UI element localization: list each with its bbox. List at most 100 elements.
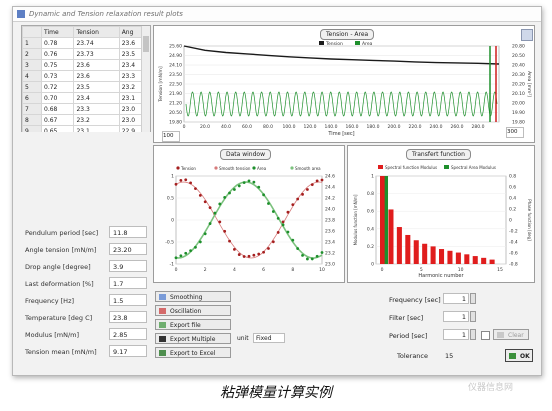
tension-point [315, 179, 319, 183]
y2-tick-label: -0.2 [509, 229, 518, 235]
x-tick-label: 120.0 [304, 124, 317, 130]
y2-tick-label: 19.90 [512, 110, 525, 116]
y-tick-label: 24.10 [169, 63, 182, 69]
legend-swatch [319, 41, 324, 45]
filter-input[interactable]: 1 [443, 311, 469, 322]
frequency-input[interactable]: 1 [443, 293, 469, 304]
filter-spinner[interactable] [470, 311, 476, 322]
y-tick-label: 0.6 [367, 209, 374, 215]
smoothing-button[interactable]: Smoothing [155, 291, 231, 302]
x-tick-label: 2 [204, 267, 207, 273]
table-header-row: Time Tension Ang [22, 26, 151, 38]
legend-label: Smooth tension [219, 166, 251, 171]
y-tick-label: 1 [171, 174, 174, 180]
ok-button[interactable]: OK [505, 349, 533, 362]
parameter-value[interactable]: 23.8 [109, 311, 147, 323]
unit-select[interactable]: Fixed [253, 333, 285, 343]
parameter-value[interactable]: 1.5 [109, 294, 147, 306]
range-right-field[interactable]: 300 [506, 127, 524, 138]
export-multiple-label: Export Multiple [170, 336, 216, 343]
unit-select-value: Fixed [256, 335, 272, 342]
legend-swatch [444, 165, 449, 169]
table-row[interactable]: 8 0.67 23.2 23.0 [22, 114, 151, 126]
tension-point [301, 192, 304, 196]
tension-area-chart: 25.60 24.90 24.10 23.50 22.50 21.90 21.20 20.50… [158, 41, 532, 137]
table-row[interactable]: 5 0.72 23.5 23.2 [22, 81, 151, 93]
legend-marker [214, 166, 218, 170]
tension-point [286, 210, 290, 214]
row-number: 1 [22, 37, 42, 49]
period-input[interactable]: 1 [443, 329, 469, 340]
y2-tick-label: 20.80 [512, 44, 525, 50]
x-tick-label: 0 [381, 267, 384, 273]
frequency-spinner[interactable] [470, 293, 476, 304]
table-cell: 0.72 [40, 81, 75, 93]
area-point [262, 193, 265, 197]
table-row[interactable]: 6 0.70 23.4 23.1 [22, 92, 151, 104]
y2-tick-label: 23.8 [325, 218, 335, 224]
chart-settings-icon[interactable] [521, 29, 533, 41]
oscillation-button[interactable]: Oscillation [155, 305, 231, 316]
parameter-list: Pendulum period [sec] 11.8 Angle tension [… [21, 225, 151, 361]
area-point [247, 179, 251, 183]
area-point [310, 257, 314, 261]
area-point [242, 181, 246, 185]
x-tick-label: 180.0 [367, 124, 380, 130]
y2-tick-label: 0.8 [509, 174, 516, 180]
export-excel-button[interactable]: Export to Excel [155, 347, 231, 358]
y-tick-label: 1 [371, 174, 374, 180]
column-header[interactable]: Time [40, 26, 75, 38]
lock-checkbox[interactable] [481, 331, 490, 340]
row-number: 6 [22, 92, 42, 104]
modulus-bar [464, 254, 470, 264]
table-row[interactable]: 7 0.68 23.3 23.0 [22, 103, 151, 115]
data-grid[interactable]: Time Tension Ang 1 0.78 23.74 23.6 2 0.76 23.7… [21, 25, 151, 137]
y-tick-label: 24.90 [169, 53, 182, 59]
parameter-value[interactable]: 11.8 [109, 226, 147, 238]
parameter-value[interactable]: 3.9 [109, 260, 147, 272]
area-point [276, 216, 280, 220]
tension-point [189, 181, 192, 185]
area-point [194, 245, 197, 249]
y-tick-label: 0.4 [367, 226, 374, 232]
data-window-chart: 1 0.5 0 -0.5 -1 24.6 24.4 24.2 24.0 23.8 23.6 23.4 2… [165, 166, 335, 273]
tension-point [198, 194, 202, 197]
scroll-thumb[interactable] [143, 36, 149, 52]
tolerance-value[interactable]: 15 [445, 352, 453, 360]
tension-point [320, 178, 324, 182]
parameter-value[interactable]: 9.17 [109, 345, 147, 357]
export-multiple-button[interactable]: Export Multiple [155, 333, 231, 344]
column-header[interactable]: Tension [73, 26, 120, 38]
parameter-value[interactable]: 2.85 [109, 328, 147, 340]
y2-tick-label: 20.50 [512, 53, 525, 59]
parameter-row: Frequency [Hz] 1.5 [21, 293, 151, 310]
clear-button[interactable]: Clear [493, 329, 529, 340]
x-tick-label: 6 [262, 267, 265, 273]
table-row[interactable]: 2 0.76 23.73 23.5 [22, 48, 151, 60]
range-left-field[interactable]: 100 [162, 131, 180, 142]
parameter-value[interactable]: 23.20 [109, 243, 147, 255]
export-file-button[interactable]: Export file [155, 319, 231, 330]
y2-tick-label: 20.40 [512, 63, 525, 69]
parameter-value[interactable]: 1.7 [109, 277, 147, 289]
period-spinner[interactable] [470, 329, 476, 340]
y2-tick-label: 20.10 [512, 91, 525, 97]
tolerance-field: Tolerance 15 [397, 349, 497, 361]
row-number: 8 [22, 114, 42, 126]
table-row[interactable]: 3 0.75 23.6 23.4 [22, 59, 151, 71]
table-cell: 23.6 [73, 59, 120, 71]
parameter-row: Tension mean [mN/m] 9.17 [21, 344, 151, 361]
area-point [213, 211, 217, 215]
y-tick-label: 25.60 [169, 44, 182, 50]
modulus-bar [455, 252, 461, 264]
tension-point [203, 200, 207, 204]
grid-scrollbar[interactable] [141, 26, 150, 132]
tension-point [267, 247, 270, 250]
x-tick-label: 160.0 [346, 124, 359, 130]
legend-label: Smooth area [295, 166, 321, 171]
table-row[interactable]: 4 0.73 23.6 23.3 [22, 70, 151, 82]
x-tick-label: 280.0 [472, 124, 485, 130]
clear-label: Clear [508, 332, 524, 339]
table-row[interactable]: 1 0.78 23.74 23.6 [22, 37, 151, 49]
x-tick-label: 60.0 [242, 124, 252, 130]
